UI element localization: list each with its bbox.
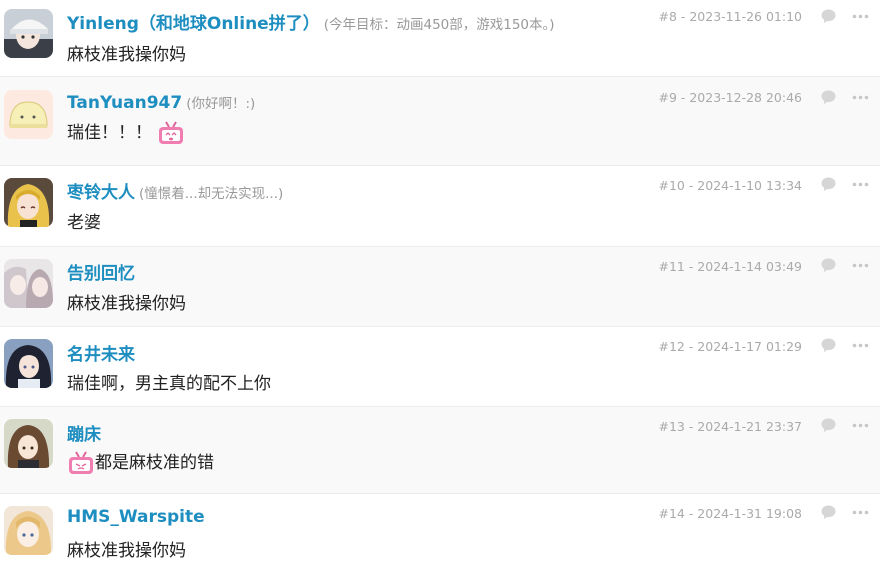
user-avatar[interactable] [4,259,53,308]
ellipsis-icon[interactable] [852,95,869,100]
speech-bubble-icon[interactable] [820,257,837,274]
comment-item: 告别回忆 麻枝准我操你妈 #11 - 2024-1-14 03:49 [0,247,880,327]
username-link[interactable]: 枣铃大人 [67,183,135,203]
comment-item: TanYuan947 (你好啊！:) 瑞佳！！！ #9 - 2023-12-28 … [0,77,880,166]
comment-text: 麻枝准我操你妈 [67,45,186,65]
comment-item: 名井未来 瑞佳啊，男主真的配不上你 #12 - 2024-1-17 01:29 [0,327,880,407]
user-avatar[interactable] [4,178,53,227]
user-signature: (你好啊！:) [186,96,256,112]
ellipsis-icon[interactable] [852,510,869,515]
user-avatar[interactable] [4,9,53,58]
comment-text: 麻枝准我操你妈 [67,294,186,314]
user-signature: (憧憬着...却无法实现...) [139,186,284,202]
tv-emoticon-icon [159,121,184,144]
username-link[interactable]: Yinleng（和地球Online拼了） [67,14,320,34]
speech-bubble-icon[interactable] [820,504,837,521]
ellipsis-icon[interactable] [852,263,869,268]
comment-meta: #12 - 2024-1-17 01:29 [658,339,802,354]
ellipsis-icon[interactable] [852,423,869,428]
comment-text: 瑞佳！！！ [67,123,152,143]
comment-meta: #10 - 2024-1-10 13:34 [658,178,802,193]
comment-text: 麻枝准我操你妈 [67,541,186,561]
user-avatar[interactable] [4,90,53,139]
speech-bubble-icon[interactable] [820,8,837,25]
user-avatar[interactable] [4,506,53,555]
comment-meta: #8 - 2023-11-26 01:10 [658,9,802,24]
comment-meta: #9 - 2023-12-28 20:46 [658,90,802,105]
comment-meta: #14 - 2024-1-31 19:08 [658,506,802,521]
comment-body: 都是麻枝准的错 [67,448,214,477]
user-avatar[interactable] [4,339,53,388]
comment-item: 枣铃大人 (憧憬着...却无法实现...) 老婆 #10 - 2024-1-10 … [0,166,880,247]
user-signature: (今年目标：动画450部，游戏150本。) [323,17,555,33]
comment-item: 蹦床 都是麻枝准的错 #13 - 2024-1-21 23:37 [0,407,880,494]
comment-item: HMS_Warspite 麻枝准我操你妈 #14 - 2024-1-31 19:… [0,494,880,561]
username-link[interactable]: 蹦床 [67,425,101,445]
ellipsis-icon[interactable] [852,14,869,19]
username-link[interactable]: 名井未来 [67,345,135,365]
comment-meta: #13 - 2024-1-21 23:37 [658,419,802,434]
speech-bubble-icon[interactable] [820,176,837,193]
speech-bubble-icon[interactable] [820,417,837,434]
username-link[interactable]: HMS_Warspite [67,507,205,527]
ellipsis-icon[interactable] [852,343,869,348]
comment-body: 瑞佳！！！ [67,118,185,147]
speech-bubble-icon[interactable] [820,89,837,106]
comment-text: 都是麻枝准的错 [95,453,214,473]
username-link[interactable]: 告别回忆 [67,264,135,284]
speech-bubble-icon[interactable] [820,337,837,354]
comment-item: Yinleng（和地球Online拼了） (今年目标：动画450部，游戏150本。… [0,0,880,77]
username-link[interactable]: TanYuan947 [67,93,182,113]
ellipsis-icon[interactable] [852,182,869,187]
tv-emoticon-icon [69,451,93,474]
comment-meta: #11 - 2024-1-14 03:49 [658,259,802,274]
comment-text: 瑞佳啊，男主真的配不上你 [67,374,271,394]
user-avatar[interactable] [4,419,53,468]
comment-text: 老婆 [67,213,101,233]
